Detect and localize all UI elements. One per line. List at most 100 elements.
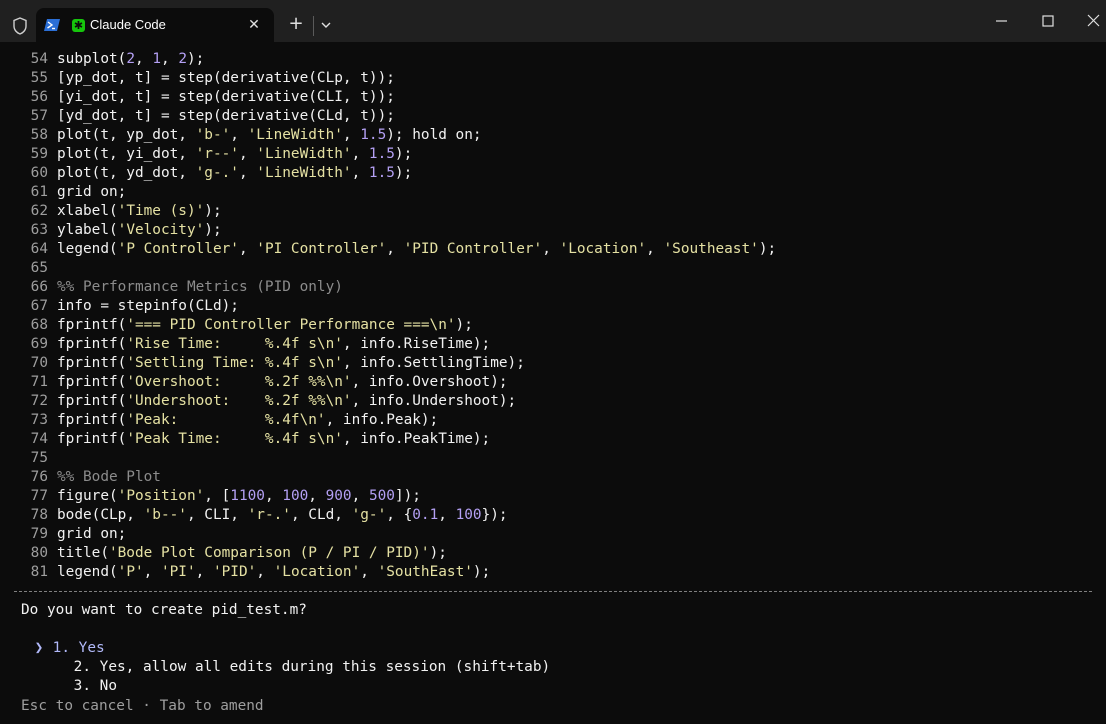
- code-token: , info.RiseTime);: [342, 336, 491, 352]
- code-token: , info.Overshoot);: [351, 374, 508, 390]
- close-window-icon[interactable]: [1074, 8, 1106, 36]
- code-token: step(derivative(CLI, t));: [169, 89, 395, 105]
- powershell-icon: [44, 19, 60, 31]
- code-token: =: [160, 108, 170, 124]
- line-number: 71: [30, 374, 48, 390]
- close-icon[interactable]: ✕: [244, 15, 264, 35]
- option-yes[interactable]: ❯ 1. Yes: [21, 620, 105, 656]
- title-bar: ✱ Claude Code ✕ +: [0, 0, 1106, 42]
- shield-icon[interactable]: [12, 17, 28, 35]
- code-token: 'Rise Time: %.4f s\n': [126, 336, 343, 352]
- code-token: fprintf(: [57, 393, 127, 409]
- code-token: );: [455, 317, 473, 333]
- code-token: plot(t, yp_dot,: [57, 127, 196, 143]
- code-token: , info.Undershoot);: [351, 393, 517, 409]
- code-token: 'PID': [212, 564, 257, 580]
- code-token: 'P': [117, 564, 144, 580]
- line-number: 58: [30, 127, 48, 143]
- code-token: , info.SettlingTime);: [342, 355, 525, 371]
- code-token: fprintf(: [57, 374, 127, 390]
- code-line: 54 subplot(2, 1, 2);: [0, 50, 205, 69]
- code-token: 'PID Controller': [403, 241, 543, 257]
- code-token: 'r-.': [247, 507, 291, 523]
- code-token: 'Peak Time: %.4f s\n': [126, 431, 343, 447]
- code-token: 'Bode Plot Comparison (P / PI / PID)': [108, 545, 430, 561]
- code-token: grid on;: [57, 184, 127, 200]
- code-token: figure(: [57, 488, 118, 504]
- plus-icon[interactable]: +: [286, 14, 306, 34]
- code-line: 65: [0, 259, 57, 278]
- code-token: ,: [238, 165, 257, 181]
- code-line: 56 [yi_dot, t] = step(derivative(CLI, t))…: [0, 88, 395, 107]
- code-token: 'Peak: %.4f\n': [126, 412, 326, 428]
- code-token: ,: [351, 165, 369, 181]
- code-token: 'PI Controller': [256, 241, 387, 257]
- code-token: );: [204, 222, 222, 238]
- line-number: 55: [30, 70, 48, 86]
- code-line: 61 grid on;: [0, 183, 127, 202]
- code-token: , [: [204, 488, 231, 504]
- code-token: ,: [143, 564, 161, 580]
- code-token: ,: [238, 241, 257, 257]
- code-token: ]);: [394, 488, 421, 504]
- code-line: 73 fprintf('Peak: %.4f\n', info.Peak);: [0, 411, 439, 430]
- line-number: 80: [30, 545, 48, 561]
- code-token: 1.5: [360, 127, 387, 143]
- create-file-question: Do you want to create pid_test.m?: [21, 602, 307, 618]
- code-token: xlabel(: [57, 203, 118, 219]
- dashed-divider: [14, 591, 1092, 592]
- line-number: 61: [30, 184, 48, 200]
- line-number: 73: [30, 412, 48, 428]
- terminal-pane[interactable]: 54 subplot(2, 1, 2); 55 [yp_dot, t] = step(…: [0, 42, 1106, 724]
- code-line: 63 ylabel('Velocity');: [0, 221, 222, 240]
- code-token: 100: [455, 507, 482, 523]
- code-token: fprintf(: [57, 431, 127, 447]
- code-token: legend(: [57, 241, 118, 257]
- line-number: 79: [30, 526, 48, 542]
- code-token: );: [758, 241, 777, 257]
- code-token: ,: [542, 241, 560, 257]
- code-token: legend(: [57, 564, 118, 580]
- code-line: 68 fprintf('=== PID Controller Performanc…: [0, 316, 473, 335]
- code-token: step(derivative(CLp, t));: [169, 70, 395, 86]
- code-token: 900: [325, 488, 352, 504]
- code-token: =: [160, 70, 170, 86]
- code-token: ,: [160, 51, 179, 67]
- code-token: title(: [57, 545, 109, 561]
- code-token: 2: [126, 51, 135, 67]
- code-line: 58 plot(t, yp_dot, 'b-', 'LineWidth', 1.5…: [0, 126, 482, 145]
- chevron-down-icon[interactable]: [318, 16, 334, 34]
- code-line: 64 legend('P Controller', 'PI Controller'…: [0, 240, 776, 259]
- code-token: 'Time (s)': [117, 203, 205, 219]
- code-token: 1.5: [368, 165, 395, 181]
- code-token: stepinfo(CLd);: [109, 298, 239, 314]
- code-token: %% Performance Metrics (PID only): [57, 279, 343, 295]
- code-token: ,: [264, 488, 283, 504]
- code-line: 55 [yp_dot, t] = step(derivative(CLp, t))…: [0, 69, 395, 88]
- code-token: ,: [238, 146, 257, 162]
- code-token: grid on;: [57, 526, 127, 542]
- line-number: 68: [30, 317, 48, 333]
- code-line: 71 fprintf('Overshoot: %.2f %%\n', info.O…: [0, 373, 508, 392]
- line-number: 72: [30, 393, 48, 409]
- code-token: ,: [230, 127, 248, 143]
- code-token: step(derivative(CLd, t));: [169, 108, 395, 124]
- tab-claude-code[interactable]: ✱ Claude Code ✕: [36, 8, 274, 42]
- option-yes-allow-all[interactable]: 2. Yes, allow all edits during this sess…: [21, 639, 551, 675]
- code-token: %% Bode Plot: [57, 469, 161, 485]
- line-number: 75: [30, 450, 48, 466]
- code-token: '=== PID Controller Performance ===\n': [126, 317, 456, 333]
- option-no[interactable]: 3. No: [21, 658, 117, 694]
- code-token: ,: [308, 488, 326, 504]
- code-token: ,: [438, 507, 456, 523]
- minimize-icon[interactable]: [982, 8, 1022, 36]
- code-token: 'g-.': [195, 165, 239, 181]
- maximize-icon[interactable]: [1028, 8, 1068, 36]
- line-number: 67: [30, 298, 48, 314]
- code-token: 'b--': [143, 507, 187, 523]
- code-token: );: [186, 51, 205, 67]
- code-token: 'P Controller': [117, 241, 239, 257]
- code-token: 100: [282, 488, 309, 504]
- code-line: 59 plot(t, yi_dot, 'r--', 'LineWidth', 1.…: [0, 145, 413, 164]
- code-token: , CLI,: [186, 507, 248, 523]
